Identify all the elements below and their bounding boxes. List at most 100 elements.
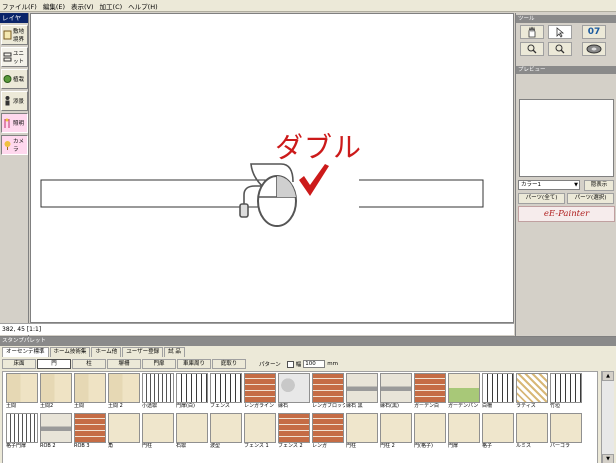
view-3d-button[interactable] <box>582 42 606 56</box>
zoom-in-button[interactable] <box>520 42 544 56</box>
stamp-item[interactable]: 格子 <box>481 413 515 450</box>
menu-process[interactable]: 加工(C) <box>100 1 123 11</box>
tool-label: ユニット <box>13 51 25 65</box>
scroll-down-icon[interactable]: ▼ <box>602 454 614 463</box>
stamp-item[interactable]: 門柱 <box>345 413 379 450</box>
width-checkbox[interactable] <box>286 360 294 368</box>
stamp-thumbnail <box>448 413 480 443</box>
select-tool-button[interactable] <box>548 25 572 39</box>
stamp-item[interactable]: ラティス <box>515 373 549 410</box>
stamp-label: ラティス <box>516 403 536 409</box>
scroll-up-icon[interactable]: ▲ <box>602 371 614 381</box>
stamp-thumbnail <box>380 413 412 443</box>
category-floor[interactable]: 床面 <box>2 359 36 369</box>
app-window: ファイル(F) 編集(E) 表示(V) 加工(C) ヘルプ(H) レイヤ 敷地境… <box>0 0 616 463</box>
stamp-thumbnail <box>414 413 446 443</box>
parts-select-button[interactable]: パーツ(選択) <box>567 193 614 204</box>
stamp-item[interactable]: 竹垣 <box>549 373 583 410</box>
tool-label: 敷地境界 <box>13 29 25 43</box>
tab-home-other[interactable]: ホーム他 <box>91 347 122 357</box>
stamp-item[interactable]: 門柱 2 <box>379 413 413 450</box>
hand-tool-button[interactable] <box>520 25 544 39</box>
stamp-item[interactable]: 土間 2 <box>107 373 141 410</box>
brand-logo: eE-Painter <box>518 206 615 222</box>
stamp-thumbnail <box>278 413 310 443</box>
category-pillar[interactable]: 柱 <box>72 359 106 369</box>
category-garden[interactable]: 庭取り <box>212 359 246 369</box>
drawing-canvas[interactable]: ダブル <box>30 13 514 323</box>
stamp-item[interactable]: 門(格子) <box>413 413 447 450</box>
stamp-item[interactable]: 土間 <box>73 373 107 410</box>
stamp-label: 石塀 <box>176 443 187 449</box>
stamp-item[interactable]: 門扉(白) <box>175 373 209 410</box>
stamp-thumbnail <box>74 373 106 403</box>
stamp-label: 門柱 <box>142 443 153 449</box>
layer-dropdown[interactable]: カラー1 ▼ <box>518 180 580 190</box>
stamp-thumbnail <box>244 373 276 403</box>
stamp-label: ROB 2 <box>40 443 56 449</box>
tool-site-boundary[interactable]: 敷地境界 <box>1 25 28 45</box>
stamp-label: ルミス <box>516 443 532 449</box>
status-bar: 382, 45 [1:1] <box>0 323 514 335</box>
stamp-item[interactable]: ガーデンパン <box>447 373 481 410</box>
stamp-item[interactable]: 縁石 <box>277 373 311 410</box>
stamp-thumbnail <box>550 413 582 443</box>
stamp-item[interactable]: ROB 2 <box>39 413 73 450</box>
stamp-item[interactable]: フェンス <box>209 373 243 410</box>
category-fence[interactable]: 塀柵 <box>107 359 141 369</box>
tool-light[interactable]: 照明 <box>1 113 28 133</box>
light-icon <box>4 118 10 128</box>
stamp-item[interactable]: フェンス 2 <box>277 413 311 450</box>
menu-help[interactable]: ヘルプ(H) <box>128 1 157 11</box>
tool-camera[interactable]: カメラ <box>1 135 28 155</box>
tool-figure[interactable]: 添景 <box>1 91 28 111</box>
wall-outline-left <box>40 179 269 208</box>
category-gate[interactable]: 門 <box>37 359 71 369</box>
stamp-item[interactable]: 角 <box>107 413 141 450</box>
stamp-item[interactable]: 土間 <box>5 373 39 410</box>
stamp-item[interactable]: パーゴラ <box>549 413 583 450</box>
wall-outline-right <box>359 179 484 208</box>
stamp-item[interactable]: 波型 <box>209 413 243 450</box>
stamp-thumbnail <box>6 413 38 443</box>
zoom-out-button[interactable] <box>548 42 572 56</box>
stamp-item[interactable]: レンガライン <box>243 373 277 410</box>
stamp-item[interactable]: 格子門扉 <box>5 413 39 450</box>
stamp-item[interactable]: 縁石(黒) <box>379 373 413 410</box>
tab-standard[interactable]: オーセンテ標準 <box>2 347 49 357</box>
stamp-item[interactable]: 縁石 黒 <box>345 373 379 410</box>
tab-user-registered[interactable]: ユーザー登録 <box>122 347 164 357</box>
stamp-thumbnail <box>380 373 412 403</box>
stamp-item[interactable]: 門扉 <box>447 413 481 450</box>
stamp-label: 縁石 <box>278 403 289 409</box>
menu-file[interactable]: ファイル(F) <box>2 1 37 11</box>
stamp-item[interactable]: ルミス <box>515 413 549 450</box>
stamp-item[interactable]: 白柵 <box>481 373 515 410</box>
parts-all-button[interactable]: パーツ(全て) <box>518 193 565 204</box>
stamp-item[interactable]: 土間2 <box>39 373 73 410</box>
stamp-label: 土間 <box>74 403 85 409</box>
stamp-label: ガーデンパン <box>448 403 479 409</box>
tool-plant[interactable]: 植栽 <box>1 69 28 89</box>
tab-home-tech[interactable]: ホーム技術集 <box>49 347 91 357</box>
stamp-item[interactable]: 石塀 <box>175 413 209 450</box>
menu-view[interactable]: 表示(V) <box>71 1 94 11</box>
stamp-thumbnail <box>244 413 276 443</box>
stamp-scrollbar[interactable]: ▲ ▼ <box>601 371 614 463</box>
stamp-item[interactable]: フェンス 1 <box>243 413 277 450</box>
stamp-item[interactable]: レンガ <box>311 413 345 450</box>
stamp-item[interactable]: ガーデン白 <box>413 373 447 410</box>
width-input[interactable]: 100 <box>303 360 326 368</box>
stamp-thumbnail <box>40 413 72 443</box>
stamp-item[interactable]: 小透塀 <box>141 373 175 410</box>
tool-unit[interactable]: ユニット <box>1 47 28 67</box>
stamp-item[interactable]: ROB 3 <box>73 413 107 450</box>
tab-trial[interactable]: 試 品 <box>164 347 185 357</box>
stamp-label: ガーデン白 <box>414 403 440 409</box>
category-garage[interactable]: 車庫周り <box>177 359 211 369</box>
category-gate-door[interactable]: 門扉 <box>142 359 176 369</box>
hide-button[interactable]: 隠表示 <box>584 180 614 191</box>
stamp-item[interactable]: 門柱 <box>141 413 175 450</box>
stamp-item[interactable]: レンガブロック <box>311 373 345 410</box>
menu-edit[interactable]: 編集(E) <box>43 1 65 11</box>
